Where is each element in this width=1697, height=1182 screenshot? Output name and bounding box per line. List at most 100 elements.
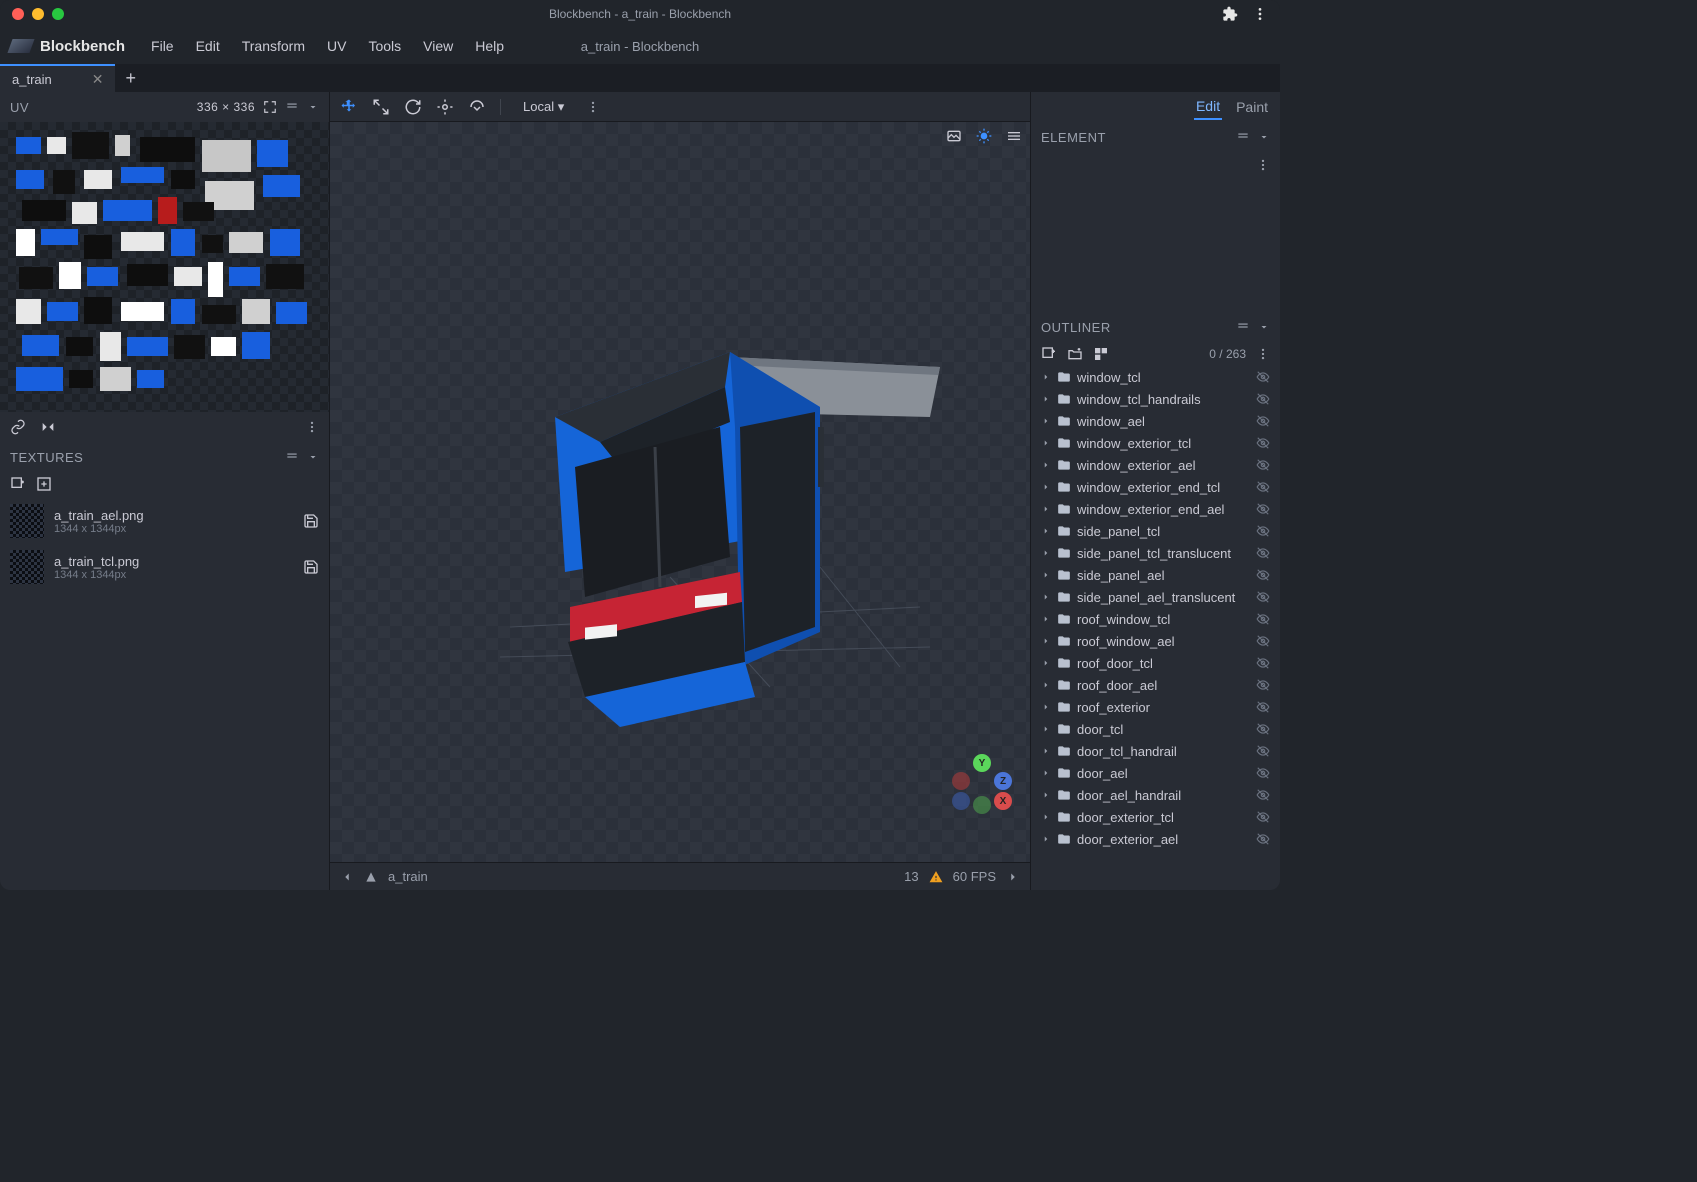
chevron-right-icon[interactable] (1041, 394, 1051, 404)
menu-view[interactable]: View (413, 33, 463, 59)
visibility-icon[interactable] (1256, 480, 1270, 494)
visibility-icon[interactable] (1256, 766, 1270, 780)
visibility-icon[interactable] (1256, 392, 1270, 406)
transform-space-dropdown[interactable]: Local ▾ (515, 97, 572, 117)
toggle-options-icon[interactable] (1093, 346, 1109, 362)
visibility-icon[interactable] (1256, 810, 1270, 824)
add-tab-button[interactable]: + (115, 64, 146, 92)
chevron-right-icon[interactable] (1041, 724, 1051, 734)
visibility-icon[interactable] (1256, 700, 1270, 714)
menu-edit[interactable]: Edit (186, 33, 230, 59)
visibility-icon[interactable] (1256, 722, 1270, 736)
minimize-button[interactable] (32, 8, 44, 20)
outliner-item[interactable]: door_ael (1031, 762, 1280, 784)
fullscreen-icon[interactable] (263, 100, 277, 114)
vertex-snap-icon[interactable] (468, 98, 486, 116)
chevron-right-icon[interactable] (1041, 372, 1051, 382)
menu-uv[interactable]: UV (317, 33, 356, 59)
document-tab[interactable]: a_train ✕ (0, 64, 115, 92)
screenshot-icon[interactable] (946, 128, 962, 144)
outliner-item[interactable]: side_panel_ael (1031, 564, 1280, 586)
add-group-icon[interactable] (1067, 346, 1083, 362)
chevron-right-icon[interactable] (1041, 702, 1051, 712)
chevron-down-icon[interactable] (1258, 131, 1270, 143)
visibility-icon[interactable] (1256, 634, 1270, 648)
visibility-icon[interactable] (1256, 744, 1270, 758)
outliner-item[interactable]: window_ael (1031, 410, 1280, 432)
menu-help[interactable]: Help (465, 33, 514, 59)
outliner-item[interactable]: window_exterior_end_tcl (1031, 476, 1280, 498)
visibility-icon[interactable] (1256, 458, 1270, 472)
outliner-item[interactable]: door_exterior_ael (1031, 828, 1280, 850)
chevron-right-icon[interactable] (1041, 526, 1051, 536)
rotate-tool-icon[interactable] (404, 98, 422, 116)
visibility-icon[interactable] (1256, 502, 1270, 516)
outliner-item[interactable]: roof_exterior (1031, 696, 1280, 718)
panel-menu-icon[interactable] (285, 450, 299, 464)
visibility-icon[interactable] (1256, 414, 1270, 428)
save-icon[interactable] (303, 559, 319, 575)
mode-edit[interactable]: Edit (1194, 94, 1222, 120)
chevron-right-icon[interactable] (1041, 482, 1051, 492)
visibility-icon[interactable] (1256, 370, 1270, 384)
outliner-item[interactable]: window_tcl (1031, 366, 1280, 388)
chevron-right-icon[interactable] (1041, 834, 1051, 844)
outliner-item[interactable]: door_tcl_handrail (1031, 740, 1280, 762)
chevron-right-icon[interactable] (1041, 768, 1051, 778)
visibility-icon[interactable] (1256, 568, 1270, 582)
close-button[interactable] (12, 8, 24, 20)
extension-icon[interactable] (1222, 6, 1238, 22)
link-icon[interactable] (10, 419, 26, 435)
visibility-icon[interactable] (1256, 436, 1270, 450)
pivot-tool-icon[interactable] (436, 98, 454, 116)
menu-transform[interactable]: Transform (232, 33, 315, 59)
chevron-right-icon[interactable] (1041, 614, 1051, 624)
menu-tools[interactable]: Tools (358, 33, 411, 59)
add-cube-icon[interactable] (1041, 346, 1057, 362)
menu-overflow-icon[interactable] (1252, 6, 1268, 22)
shading-icon[interactable] (976, 128, 992, 144)
chevron-right-icon[interactable] (1041, 680, 1051, 690)
3d-viewport[interactable]: Y Z X (330, 122, 1030, 862)
menu-file[interactable]: File (141, 33, 184, 59)
outliner-item[interactable]: window_exterior_tcl (1031, 432, 1280, 454)
chevron-right-icon[interactable] (1041, 746, 1051, 756)
visibility-icon[interactable] (1256, 656, 1270, 670)
overflow-icon[interactable] (1256, 347, 1270, 361)
app-logo[interactable]: Blockbench (10, 38, 125, 55)
uv-editor[interactable] (0, 122, 329, 412)
resize-tool-icon[interactable] (372, 98, 390, 116)
outliner-item[interactable]: side_panel_tcl_translucent (1031, 542, 1280, 564)
outliner-item[interactable]: window_tcl_handrails (1031, 388, 1280, 410)
mode-paint[interactable]: Paint (1234, 95, 1270, 119)
visibility-icon[interactable] (1256, 678, 1270, 692)
overflow-icon[interactable] (1256, 158, 1270, 172)
outliner-item[interactable]: roof_door_ael (1031, 674, 1280, 696)
warning-icon[interactable] (929, 870, 943, 884)
texture-item[interactable]: a_train_ael.png 1344 x 1344px (0, 498, 329, 544)
visibility-icon[interactable] (1256, 524, 1270, 538)
outliner-item[interactable]: side_panel_tcl (1031, 520, 1280, 542)
visibility-icon[interactable] (1256, 546, 1270, 560)
chevron-right-icon[interactable] (1041, 460, 1051, 470)
overflow-icon[interactable] (305, 420, 319, 434)
chevron-right-icon[interactable] (1041, 416, 1051, 426)
orientation-gizmo[interactable]: Y Z X (952, 754, 1012, 814)
panel-menu-icon[interactable] (285, 100, 299, 114)
hamburger-icon[interactable] (1006, 128, 1022, 144)
chevron-right-icon[interactable] (1041, 812, 1051, 822)
chevron-right-icon[interactable] (1041, 438, 1051, 448)
chevron-right-icon[interactable] (1041, 658, 1051, 668)
chevron-right-icon[interactable] (1006, 870, 1020, 884)
panel-menu-icon[interactable] (1236, 130, 1250, 144)
visibility-icon[interactable] (1256, 832, 1270, 846)
maximize-button[interactable] (52, 8, 64, 20)
chevron-down-icon[interactable] (307, 101, 319, 113)
move-tool-icon[interactable] (340, 98, 358, 116)
chevron-right-icon[interactable] (1041, 592, 1051, 602)
chevron-down-icon[interactable] (307, 451, 319, 463)
outliner-item[interactable]: door_exterior_tcl (1031, 806, 1280, 828)
overflow-icon[interactable] (586, 100, 600, 114)
visibility-icon[interactable] (1256, 788, 1270, 802)
outliner-item[interactable]: door_tcl (1031, 718, 1280, 740)
